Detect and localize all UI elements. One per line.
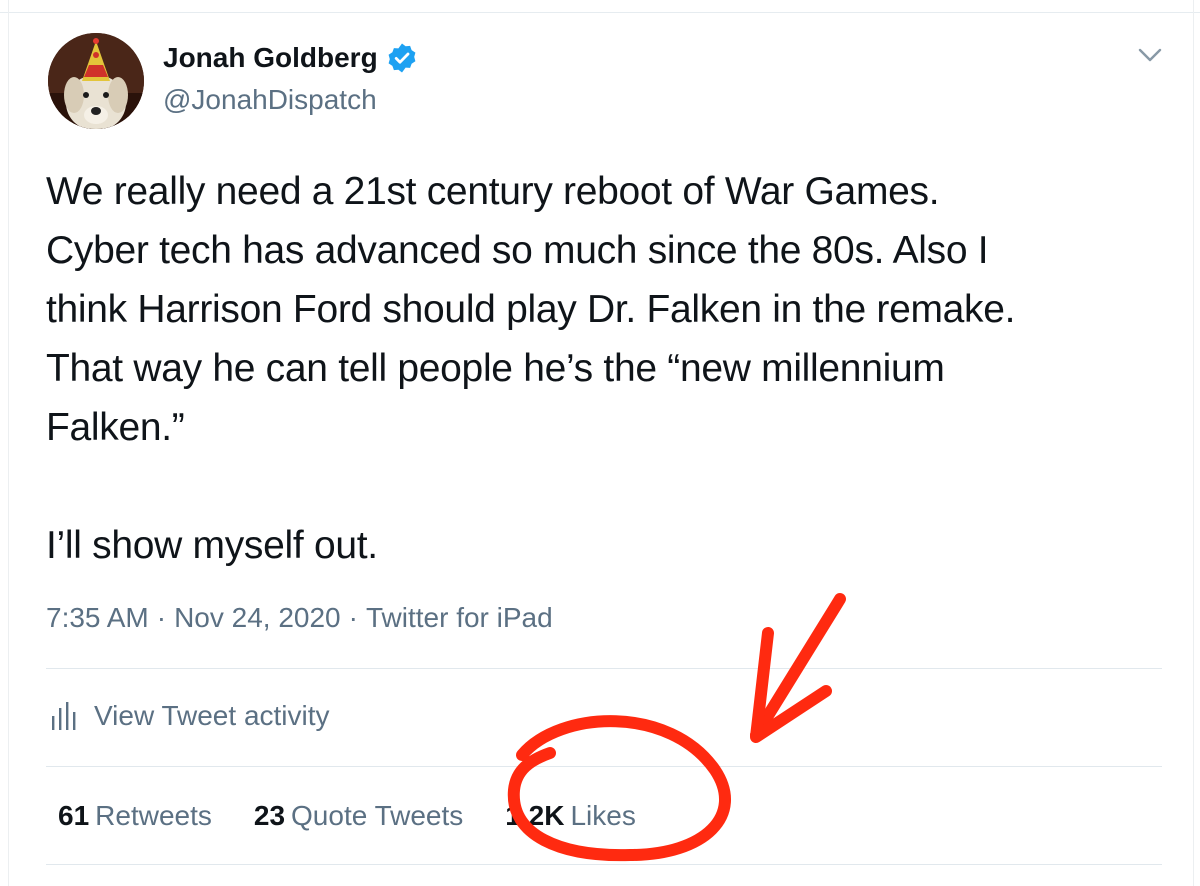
- quote-tweets-count[interactable]: 23: [254, 800, 285, 831]
- tweet-line: think Harrison Ford should play Dr. Falk…: [46, 288, 1016, 331]
- quote-tweets-stat[interactable]: 23 Quote Tweets: [254, 800, 463, 832]
- likes-count[interactable]: 1.2K: [505, 800, 564, 831]
- tweet-date[interactable]: Nov 24, 2020: [174, 602, 341, 633]
- meta-separator: ·: [348, 602, 358, 633]
- tweet-text: We really need a 21st century reboot of …: [46, 162, 1166, 575]
- tweet-meta: 7:35 AM · Nov 24, 2020 · Twitter for iPad: [46, 602, 553, 634]
- right-border: [1193, 0, 1194, 886]
- divider: [46, 766, 1162, 767]
- author-name-row[interactable]: Jonah Goldberg: [163, 42, 418, 74]
- top-border: [0, 0, 1200, 13]
- tweet-time[interactable]: 7:35 AM: [46, 602, 149, 633]
- annotation-arrow-shaft: [750, 593, 846, 741]
- divider: [46, 668, 1162, 669]
- retweets-count[interactable]: 61: [58, 800, 89, 831]
- quote-tweets-label[interactable]: Quote Tweets: [291, 800, 463, 831]
- tweet-stats: 61 Retweets 23 Quote Tweets 1.2K Likes: [58, 800, 678, 832]
- annotation-circle: [507, 715, 731, 862]
- dog-with-party-hat-icon: [48, 33, 144, 129]
- likes-stat[interactable]: 1.2K Likes: [505, 800, 636, 832]
- annotation-arrow-head: [750, 627, 832, 743]
- red-annotation-arrow-and-circle: [507, 593, 846, 862]
- tweet-client[interactable]: Twitter for iPad: [366, 602, 553, 633]
- author-handle[interactable]: @JonahDispatch: [163, 84, 377, 116]
- author-name[interactable]: Jonah Goldberg: [163, 42, 378, 74]
- tweet-line: That way he can tell people he’s the “ne…: [46, 347, 945, 390]
- avatar[interactable]: [48, 33, 144, 129]
- view-tweet-activity-label[interactable]: View Tweet activity: [94, 700, 330, 732]
- divider: [46, 864, 1162, 865]
- retweets-stat[interactable]: 61 Retweets: [58, 800, 212, 832]
- tweet-line: Falken.”: [46, 406, 185, 449]
- view-tweet-activity-button[interactable]: View Tweet activity: [48, 700, 330, 732]
- tweet-closing-line: I’ll show myself out.: [46, 524, 378, 567]
- tweet-line: We really need a 21st century reboot of …: [46, 170, 940, 213]
- retweets-label[interactable]: Retweets: [95, 800, 212, 831]
- verified-badge-icon: [388, 43, 416, 73]
- meta-separator: ·: [156, 602, 167, 633]
- chevron-down-icon[interactable]: [1137, 46, 1163, 64]
- left-border: [8, 0, 9, 886]
- bar-chart-icon: [52, 702, 76, 730]
- likes-label[interactable]: Likes: [570, 800, 635, 831]
- tweet-line: Cyber tech has advanced so much since th…: [46, 229, 989, 272]
